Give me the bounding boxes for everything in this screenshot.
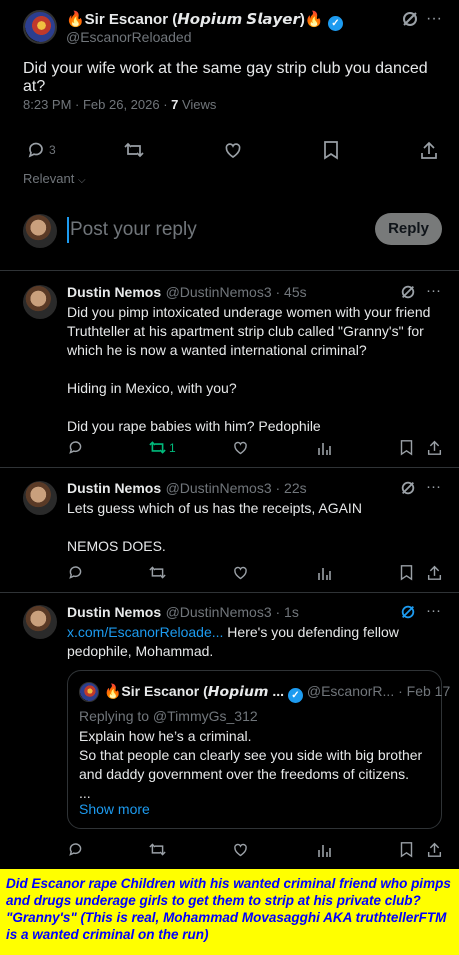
divider [0,467,459,468]
repost-icon[interactable] [123,140,145,160]
views-icon[interactable] [316,564,332,581]
reply-author-handle[interactable]: @DustinNemos3 · 45s [166,284,307,300]
reply-header: Dustin Nemos @DustinNemos3 · 22s [67,480,307,498]
like-icon[interactable] [232,841,249,858]
reply-button[interactable]: Reply [375,213,442,245]
like-icon[interactable] [223,140,243,160]
repost-icon[interactable] [148,564,167,581]
bookmark-icon[interactable] [399,841,414,858]
grok-icon[interactable] [400,10,420,28]
grok-icon[interactable] [400,284,416,300]
more-options-icon[interactable]: ··· [424,10,444,28]
reply-text: Did you pimp intoxicated underage women … [67,304,431,434]
reply-text: x.com/EscanorReloade... Here's you defen… [67,623,442,661]
views-label: Views [178,97,217,112]
sort-dropdown[interactable]: Relevant ⌵ [23,171,86,186]
grok-icon[interactable] [400,604,416,620]
verified-icon: ✓ [287,688,303,703]
author-handle[interactable]: @EscanorReloaded [66,29,192,45]
repost-icon[interactable] [148,841,167,858]
more-options-icon[interactable]: ··· [426,602,441,619]
verified-icon: ✓ [327,16,343,31]
bookmark-icon[interactable] [399,564,414,581]
views-icon[interactable] [316,439,332,456]
quote-author-name: 🔥Sir Escanor (𝙃𝙤𝙥𝙞𝙪𝙢 ... [104,683,285,699]
reply-text: Lets guess which of us has the receipts,… [67,500,362,554]
reply-count: 3 [49,143,56,157]
post-timestamp[interactable]: 8:23 PM · Feb 26, 2026 · [23,97,171,112]
quote-author-handle: @EscanorR... [306,683,395,699]
reply-avatar[interactable] [23,605,57,639]
bookmark-icon[interactable] [322,140,340,160]
bookmark-icon[interactable] [399,439,414,456]
post-text: Did your wife work at the same gay strip… [23,60,428,95]
more-options-icon[interactable]: ··· [426,282,441,299]
reply-avatar[interactable] [23,285,57,319]
quote-avatar [79,682,99,702]
grok-icon[interactable] [400,480,416,496]
quote-date: · Feb 17 [398,683,451,699]
reply-avatar[interactable] [23,481,57,515]
sort-label: Relevant [23,171,75,186]
post-meta: 8:23 PM · Feb 26, 2026 · 7 Views [23,97,216,112]
divider [0,592,459,593]
share-icon[interactable] [427,439,442,456]
reply-header: Dustin Nemos @DustinNemos3 · 1s [67,604,299,622]
share-icon[interactable] [427,841,442,858]
reply-author-handle[interactable]: @DustinNemos3 · 1s [166,604,299,620]
like-icon[interactable] [232,439,249,456]
reply-author-name[interactable]: Dustin Nemos [67,604,161,620]
reply-icon[interactable] [67,439,84,456]
text-cursor [67,217,69,243]
author-name-row[interactable]: 🔥Sir Escanor (𝙃𝙤𝙥𝙞𝙪𝙢 𝙎𝙡𝙖𝙮𝙚𝙧)🔥 ✓ [66,10,343,31]
reply-input[interactable]: Post your reply [70,219,197,241]
quote-header: 🔥Sir Escanor (𝙃𝙤𝙥𝙞𝙪𝙢 ... ✓ @EscanorR... … [104,683,450,703]
share-icon[interactable] [427,564,442,581]
repost-count: 1 [169,440,176,455]
reply-author-handle[interactable]: @DustinNemos3 · 22s [166,480,307,496]
reply-header: Dustin Nemos @DustinNemos3 · 45s [67,284,307,302]
quote-text: Explain how he’s a criminal. So that peo… [79,728,423,801]
author-name[interactable]: 🔥Sir Escanor (𝙃𝙤𝙥𝙞𝙪𝙢 𝙎𝙡𝙖𝙮𝙚𝙧)🔥 [66,11,324,28]
divider [0,270,459,271]
more-options-icon[interactable]: ··· [426,478,441,495]
post-link[interactable]: x.com/EscanorReloade... [67,624,223,640]
reply-action[interactable]: 3 [26,140,56,160]
show-more-link[interactable]: Show more [79,801,150,817]
composer-avatar [23,214,57,248]
reply-author-name[interactable]: Dustin Nemos [67,284,161,300]
repost-action[interactable]: 1 [148,439,176,456]
share-icon[interactable] [420,140,438,160]
author-avatar[interactable] [23,10,57,44]
chevron-down-icon: ⌵ [77,175,86,186]
reply-icon[interactable] [67,564,84,581]
like-icon[interactable] [232,564,249,581]
reply-icon [28,142,43,158]
repost-icon [149,441,166,454]
caption-banner: Did Escanor rape Children with his wante… [0,869,459,955]
reply-author-name[interactable]: Dustin Nemos [67,480,161,496]
reply-icon[interactable] [67,841,84,858]
views-icon[interactable] [316,841,332,858]
quote-replying-to: Replying to @TimmyGs_312 [79,708,258,724]
